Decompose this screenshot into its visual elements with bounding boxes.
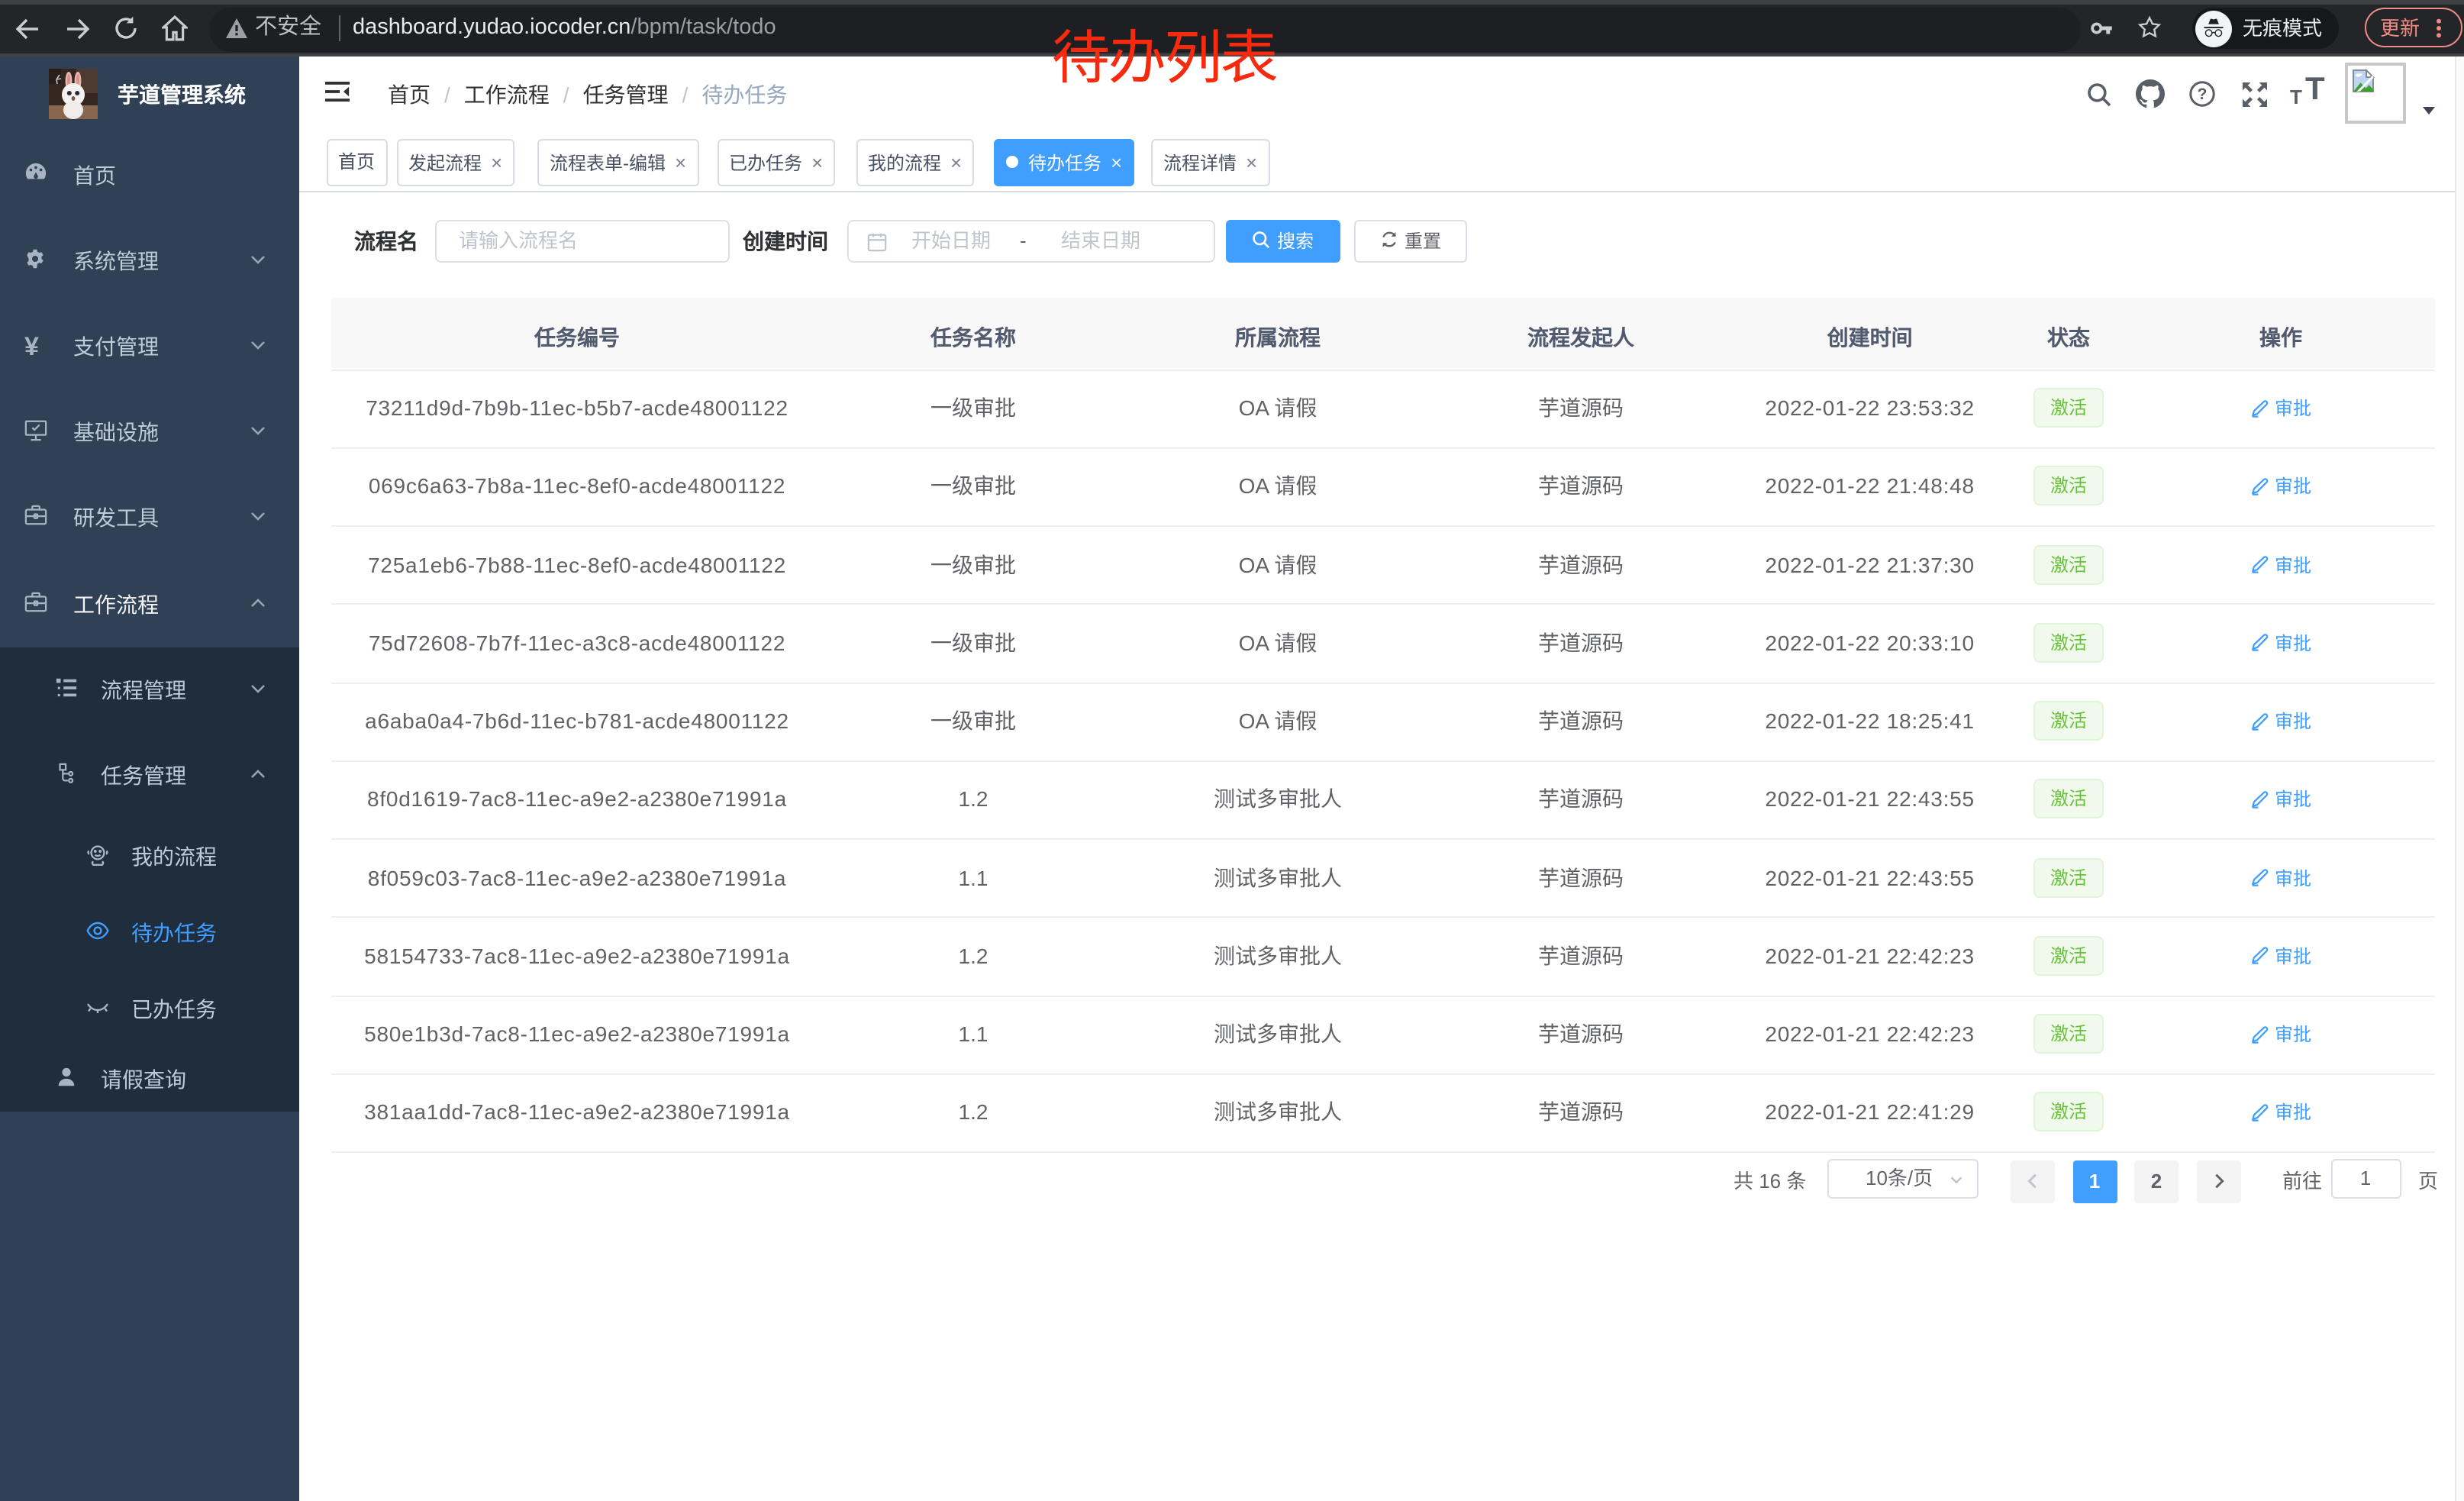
svg-text:?: ? bbox=[2198, 86, 2208, 103]
